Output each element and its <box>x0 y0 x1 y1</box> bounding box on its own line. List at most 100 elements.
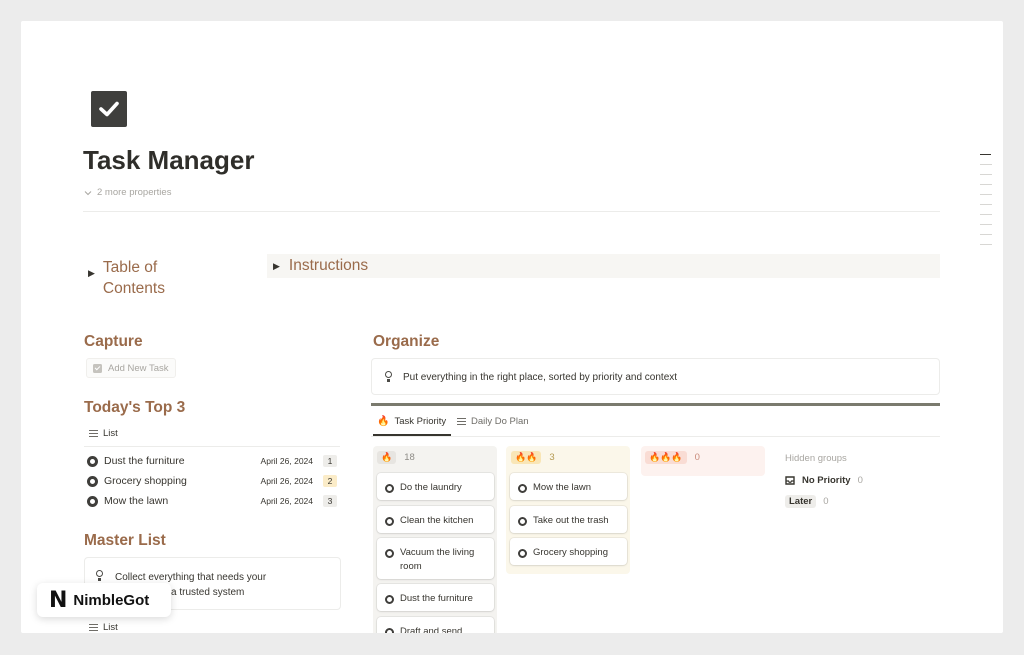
tab-task-priority[interactable]: 🔥 Task Priority <box>377 416 446 427</box>
outline-marker[interactable] <box>980 204 992 205</box>
instructions-toggle[interactable]: ▶ Instructions <box>267 254 940 278</box>
organize-callout: Put everything in the right place, sorte… <box>371 358 940 395</box>
divider <box>83 211 940 212</box>
divider <box>371 436 940 437</box>
rank-badge: 3 <box>323 495 337 507</box>
card-title: Take out the trash <box>533 515 609 526</box>
status-circle-icon <box>385 548 394 558</box>
callout-text: Put everything in the right place, sorte… <box>403 372 678 383</box>
group-count: 0 <box>823 496 829 507</box>
organize-heading: Organize <box>373 333 440 350</box>
page: Task Manager 2 more properties ▶ Table o… <box>21 21 1003 633</box>
board-card[interactable]: Clean the kitchen <box>377 506 494 533</box>
outline-marker[interactable] <box>980 154 991 155</box>
more-properties[interactable]: 2 more properties <box>84 187 171 198</box>
master-list-view-tab[interactable]: List <box>89 622 118 633</box>
lightbulb-icon <box>384 371 393 383</box>
outline-marker[interactable] <box>980 214 992 215</box>
add-new-task-button[interactable]: Add New Task <box>86 358 176 378</box>
triangle-right-icon: ▶ <box>273 260 280 271</box>
column-header[interactable]: 🔥🔥🔥 0 <box>645 451 700 464</box>
outline-marker[interactable] <box>980 164 992 165</box>
page-outline[interactable] <box>980 154 992 254</box>
list-item[interactable]: Grocery shopping April 26, 2024 2 <box>87 472 337 490</box>
card-title: Draft and send <box>400 626 463 633</box>
card-title: Do the laundry <box>400 482 462 493</box>
task-date: April 26, 2024 <box>260 456 313 466</box>
outline-marker[interactable] <box>980 184 992 185</box>
callout-text-line1: Collect everything that needs your <box>115 572 267 583</box>
list-item[interactable]: Dust the furniture April 26, 2024 1 <box>87 452 337 470</box>
card-title: Grocery shopping <box>533 547 608 558</box>
priority-label: 🔥🔥 <box>511 451 542 464</box>
chevron-down-icon <box>84 190 92 195</box>
master-list-heading: Master List <box>84 532 166 549</box>
card-title: Mow the lawn <box>533 482 592 493</box>
triangle-right-icon: ▶ <box>88 268 95 278</box>
more-properties-label: 2 more properties <box>97 187 172 198</box>
outline-marker[interactable] <box>980 194 992 195</box>
board-card[interactable]: Take out the trash <box>510 506 627 533</box>
tab-daily-do-plan[interactable]: Daily Do Plan <box>457 416 529 427</box>
board-card[interactable]: Vacuum the living room <box>377 538 494 579</box>
toc-label: Table of Contents <box>102 259 165 297</box>
priority-label: 🔥 <box>377 451 397 464</box>
status-circle-icon <box>518 483 527 493</box>
hidden-group-no-priority[interactable]: No Priority 0 <box>785 475 863 486</box>
board-card[interactable]: Mow the lawn <box>510 473 627 500</box>
board-card[interactable]: Do the laundry <box>377 473 494 500</box>
list-icon <box>89 430 98 437</box>
task-date: April 26, 2024 <box>260 476 313 486</box>
view-label: List <box>103 622 118 633</box>
page-title: Task Manager <box>83 145 255 175</box>
hidden-groups-label: Hidden groups <box>785 453 847 464</box>
outline-marker[interactable] <box>980 224 992 225</box>
card-title: Vacuum the living room <box>400 547 475 572</box>
rank-badge: 1 <box>323 455 337 467</box>
status-circle-icon <box>385 627 394 633</box>
status-circle-icon <box>87 475 98 487</box>
card-title: Clean the kitchen <box>400 515 474 526</box>
column-count: 0 <box>694 452 700 463</box>
column-header[interactable]: 🔥 18 <box>377 451 415 464</box>
add-task-label: Add New Task <box>108 362 169 374</box>
priority-label: 🔥🔥🔥 <box>645 451 687 464</box>
list-icon <box>89 624 98 631</box>
status-circle-icon <box>518 548 527 558</box>
status-circle-icon <box>385 516 394 526</box>
board-card[interactable]: Grocery shopping <box>510 538 627 565</box>
status-circle-icon <box>87 455 98 467</box>
inbox-icon <box>785 476 795 485</box>
nimblegot-text: NimbleGot <box>73 591 150 609</box>
group-name: No Priority <box>802 475 851 486</box>
callout-text-line2: a trusted system <box>171 587 245 598</box>
top3-list-view-tab[interactable]: List <box>89 428 118 439</box>
board-card[interactable]: Draft and send <box>377 617 494 633</box>
divider <box>84 446 340 447</box>
group-count: 0 <box>857 475 863 486</box>
checkbox-icon[interactable] <box>91 91 127 127</box>
task-name: Grocery shopping <box>104 475 187 487</box>
card-title: Dust the furniture <box>400 593 473 604</box>
outline-marker[interactable] <box>980 244 992 245</box>
outline-marker[interactable] <box>980 234 992 235</box>
lightbulb-icon <box>95 570 104 582</box>
fire-icon: 🔥 <box>377 416 390 427</box>
outline-marker[interactable] <box>980 174 992 175</box>
task-name: Dust the furniture <box>104 455 185 467</box>
task-name: Mow the lawn <box>104 495 169 507</box>
tab-label: Task Priority <box>394 416 447 427</box>
list-item[interactable]: Mow the lawn April 26, 2024 3 <box>87 492 337 510</box>
hidden-group-later[interactable]: Later 0 <box>785 495 829 508</box>
toc-toggle[interactable]: ▶ Table of Contents <box>88 257 198 299</box>
nimblegot-logo: N <box>49 587 68 613</box>
view-label: List <box>103 428 118 439</box>
list-icon <box>457 418 466 425</box>
checkbox-icon <box>93 363 102 373</box>
board-card[interactable]: Dust the furniture <box>377 584 494 611</box>
column-header[interactable]: 🔥🔥 3 <box>511 451 555 464</box>
column-count: 18 <box>404 452 415 463</box>
instructions-label: Instructions <box>288 257 369 274</box>
status-circle-icon <box>518 516 527 526</box>
capture-heading: Capture <box>84 333 143 350</box>
